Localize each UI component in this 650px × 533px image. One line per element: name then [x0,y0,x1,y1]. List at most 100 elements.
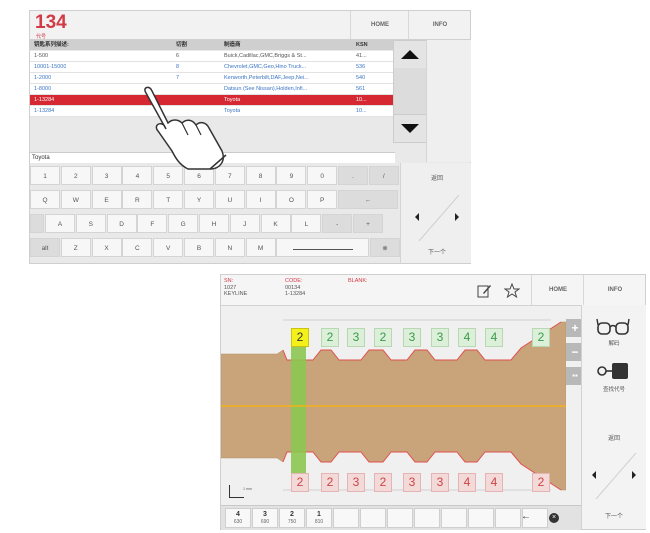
bottom-cut-depth[interactable]: 2 [321,473,339,492]
depth-cell[interactable]: 2 750 [279,508,305,528]
bottom-cut-depth[interactable]: 3 [431,473,449,492]
find-code-key-icon[interactable] [596,361,630,383]
info-button[interactable]: INFO [408,11,471,39]
top-cut-depth[interactable]: 4 [485,328,503,347]
key-A[interactable]: A [45,214,75,233]
key-Y[interactable]: Y [184,190,214,209]
top-cut-depth[interactable]: 4 [458,328,476,347]
back-button[interactable]: 返回 [594,433,634,442]
key-O[interactable]: O [276,190,307,209]
space-key[interactable] [276,238,369,257]
key-G[interactable]: G [168,214,199,233]
bottom-cut-depth[interactable]: 3 [347,473,365,492]
decode-label: 解码 [608,341,620,347]
depth-cell[interactable]: 4 630 [225,508,251,528]
home-button[interactable]: HOME [531,275,584,305]
key-0[interactable]: 0 [307,166,338,185]
key-V[interactable]: V [153,238,184,257]
key-/[interactable]: / [368,166,399,185]
top-cut-depth[interactable]: 2 [532,328,550,347]
find-code-label: 查找代号 [602,387,625,393]
scroll-up-button[interactable] [393,40,427,69]
key-C[interactable]: C [122,238,153,257]
table-row[interactable]: 1-2000 7 Kenworth,Peterbilt,DAF,Jeep,Nei..… [30,73,393,84]
key-alt[interactable]: alt [30,238,60,257]
key-⊗[interactable]: ⊗ [370,238,400,257]
top-cut-depth[interactable]: 3 [431,328,449,347]
key-Q[interactable]: Q [30,190,60,209]
key-N[interactable]: N [214,238,245,257]
top-cut-depth[interactable]: 2 [374,328,392,347]
key-R[interactable]: R [122,190,153,209]
depth-cell[interactable]: 1 810 [306,508,332,528]
backspace-icon[interactable]: ← [521,511,531,522]
key-J[interactable]: J [229,214,260,233]
key-M[interactable]: M [245,238,276,257]
favorite-star-icon[interactable] [504,283,520,299]
key--[interactable]: - [322,214,353,233]
depth-cell[interactable] [333,508,359,528]
top-cut-depth[interactable]: 3 [403,328,421,347]
depth-value: 810 [314,519,324,525]
key-E[interactable]: E [91,190,122,209]
info-button[interactable]: INFO [583,275,646,305]
prev-next-icon[interactable] [405,195,469,241]
key-U[interactable]: U [214,190,245,209]
depth-cell[interactable] [441,508,467,528]
depth-cell[interactable] [360,508,386,528]
depth-cell[interactable] [468,508,494,528]
key-.[interactable]: . [338,166,368,185]
key-3[interactable]: 3 [91,166,122,185]
next-button[interactable]: 下一个 [594,511,634,520]
top-cut-depth[interactable]: 2 [321,328,339,347]
cell-desc: 1-2000 [34,75,52,81]
key-K[interactable]: K [260,214,291,233]
key-F[interactable]: F [137,214,168,233]
key-P[interactable]: P [307,190,338,209]
depth-cell[interactable]: 3 690 [252,508,278,528]
bottom-cut-depth[interactable]: 4 [458,473,476,492]
bottom-cut-depth[interactable]: 4 [485,473,503,492]
key-1[interactable]: 1 [30,166,60,185]
key-X[interactable]: X [91,238,122,257]
bottom-cut-depth[interactable]: 3 [403,473,421,492]
key-T[interactable]: T [153,190,184,209]
decode-glasses-icon[interactable] [596,317,630,337]
bottom-cut-depth[interactable]: 2 [374,473,392,492]
side-panel [426,40,471,162]
depth-cell[interactable] [414,508,440,528]
key-I[interactable]: I [245,190,276,209]
key-Z[interactable]: Z [60,238,91,257]
key-L[interactable]: L [291,214,322,233]
key-8[interactable]: 8 [245,166,276,185]
depth-number: 3 [263,511,267,518]
depth-cell[interactable] [495,508,521,528]
depth-cell[interactable] [387,508,413,528]
key-←[interactable]: ← [338,190,398,209]
next-button[interactable]: 下一个 [417,247,457,256]
key-9[interactable]: 9 [276,166,307,185]
cell-cut: 8 [176,64,180,70]
bottom-cut-depth[interactable]: 2 [532,473,550,492]
key-D[interactable]: D [106,214,137,233]
key-B[interactable]: B [184,238,214,257]
key-W[interactable]: W [60,190,91,209]
key-S[interactable]: S [75,214,106,233]
back-button[interactable]: 返回 [417,173,457,182]
clear-icon[interactable]: × [549,513,559,523]
top-cut-depth[interactable]: 2 [291,328,309,347]
table-row[interactable]: 1-500 6 Buick,Cadillac,GMC,Briggs & St... 4… [30,51,393,62]
key-H[interactable]: H [199,214,229,233]
bottom-cut-depth[interactable]: 2 [291,473,309,492]
header-bar: 134 代号 HOME INFO [30,11,470,40]
top-cut-depth[interactable]: 3 [347,328,365,347]
key-+[interactable]: + [353,214,383,233]
home-button[interactable]: HOME [350,11,409,39]
table-row[interactable]: 10001-15000 8 Chevrolet,GMC,Geo,Hino Truck… [30,62,393,73]
edit-icon[interactable] [476,283,492,299]
scroll-down-button[interactable] [393,114,427,143]
key-2[interactable]: 2 [60,166,91,185]
prev-next-icon[interactable] [584,453,644,499]
sn-label: SN: [224,278,234,284]
scrollbar-track[interactable] [393,68,427,118]
